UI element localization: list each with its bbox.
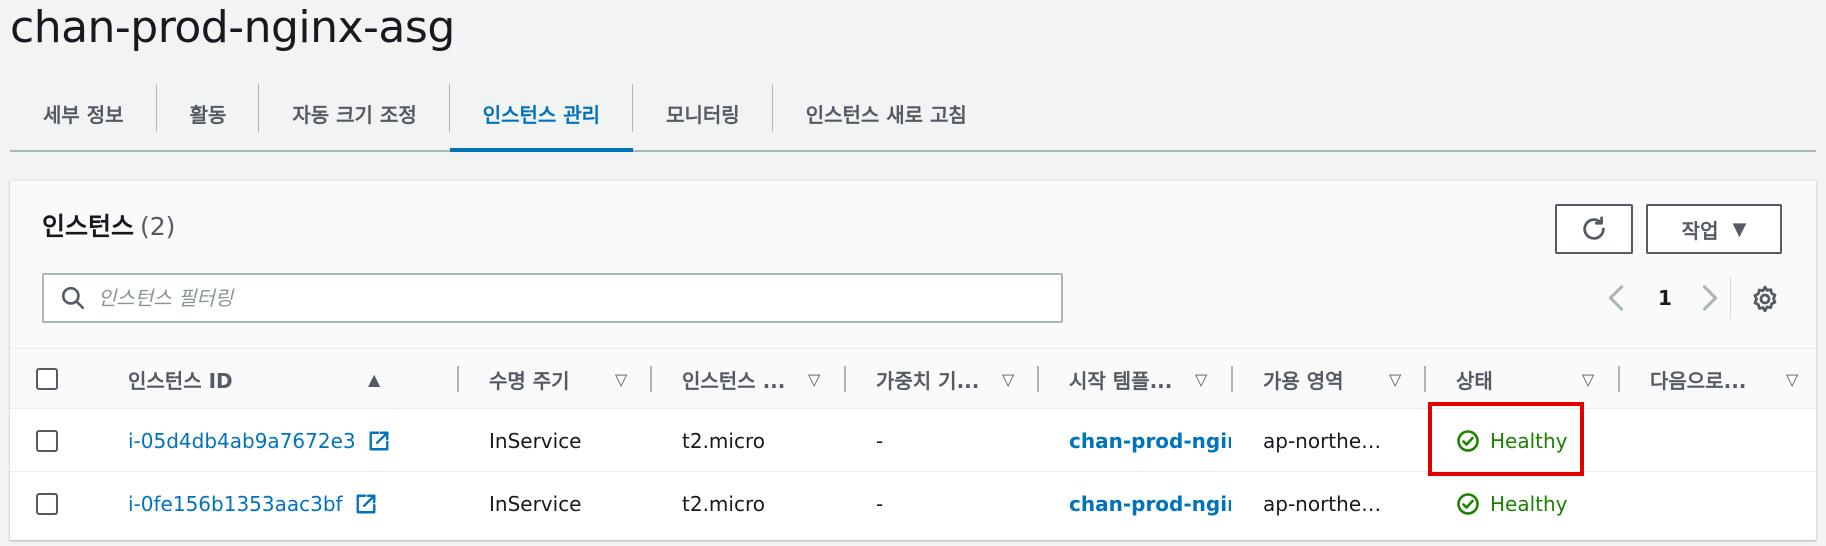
tab-auto-scaling[interactable]: 자동 크기 조정 <box>259 76 450 150</box>
panel-title: 인스턴스 (2) <box>42 207 175 243</box>
instances-panel: 인스턴스(2) 작업 ▼ 1 <box>10 180 1816 540</box>
tab-activity[interactable]: 활동 <box>157 76 260 150</box>
weight-cell: - <box>876 429 884 453</box>
column-divider[interactable] <box>457 366 459 392</box>
tab-details[interactable]: 세부 정보 <box>10 76 157 150</box>
panel-title-text: 인스턴스 <box>42 212 135 241</box>
instance-count: (2) <box>140 212 176 241</box>
instance-filter <box>42 273 1063 323</box>
tab-label: 모니터링 <box>666 102 740 127</box>
search-icon <box>61 286 85 310</box>
column-header-instance-type[interactable]: 인스턴스 ... ▽ <box>682 349 832 409</box>
lifecycle-cell: InService <box>489 429 582 453</box>
sort-icon: ▽ <box>615 369 628 389</box>
actions-label: 작업 <box>1681 218 1719 243</box>
tab-instance-refresh[interactable]: 인스턴스 새로 고침 <box>773 76 1000 150</box>
external-link-icon[interactable] <box>355 493 377 515</box>
column-header-instance-id[interactable]: 인스턴스 ID ▲ <box>128 349 381 409</box>
actions-button[interactable]: 작업 ▼ <box>1646 204 1782 254</box>
tab-label: 세부 정보 <box>43 102 124 127</box>
column-header-availability-zone[interactable]: 가용 영역 ▽ <box>1263 349 1413 409</box>
check-circle-icon <box>1457 493 1479 515</box>
panel-header: 인스턴스(2) 작업 ▼ 1 <box>10 181 1816 349</box>
tab-label: 인스턴스 관리 <box>482 102 601 127</box>
weight-cell: - <box>876 492 884 516</box>
column-header-weight[interactable]: 가중치 기... ▽ <box>876 349 1026 409</box>
refresh-button[interactable] <box>1555 204 1633 254</box>
column-divider[interactable] <box>1618 366 1620 392</box>
status-text: Healthy <box>1490 492 1568 516</box>
column-divider[interactable] <box>1231 366 1233 392</box>
availability-zone-cell: ap-northe… <box>1263 429 1382 453</box>
next-page-button[interactable] <box>1696 277 1724 319</box>
column-header-next[interactable]: 다음으로... ▽ <box>1650 349 1800 409</box>
tab-label: 활동 <box>189 102 227 127</box>
previous-page-button[interactable] <box>1602 277 1630 319</box>
chevron-right-icon <box>1702 285 1718 311</box>
instance-id-cell: i-0fe156b1353aac3bf <box>128 473 377 535</box>
column-header-launch-template[interactable]: 시작 템플... ▽ <box>1069 349 1219 409</box>
instance-id-link[interactable]: i-05d4db4ab9a7672e3 <box>128 429 356 453</box>
status-badge: Healthy <box>1456 473 1568 535</box>
launch-template-link[interactable]: chan-prod-nginx <box>1069 410 1231 472</box>
table-row[interactable]: i-0fe156b1353aac3bf InService t2.micro -… <box>10 473 1816 535</box>
column-divider[interactable] <box>1424 366 1426 392</box>
sort-icon: ▽ <box>1389 369 1402 389</box>
tab-monitoring[interactable]: 모니터링 <box>633 76 773 150</box>
instance-id-link[interactable]: i-0fe156b1353aac3bf <box>128 492 343 516</box>
sort-icon: ▽ <box>1786 369 1799 389</box>
column-divider[interactable] <box>1037 366 1039 392</box>
external-link-icon[interactable] <box>368 430 390 452</box>
gear-icon[interactable] <box>1750 284 1780 314</box>
search-input[interactable] <box>98 286 998 310</box>
column-divider[interactable] <box>844 366 846 392</box>
sort-icon: ▽ <box>1582 369 1595 389</box>
availability-zone-cell: ap-northe… <box>1263 492 1382 516</box>
instance-type-cell: t2.micro <box>682 492 765 516</box>
pager-divider <box>1730 277 1731 319</box>
instance-type-cell: t2.micro <box>682 429 765 453</box>
launch-template-link[interactable]: chan-prod-nginx <box>1069 473 1231 535</box>
tab-instance-management[interactable]: 인스턴스 관리 <box>449 76 634 152</box>
tab-bar: 세부 정보 활동 자동 크기 조정 인스턴스 관리 모니터링 인스턴스 새로 고… <box>10 76 1816 152</box>
column-header-lifecycle[interactable]: 수명 주기 ▽ <box>489 349 639 409</box>
table-header: 인스턴스 ID ▲ 수명 주기 ▽ 인스턴스 ... ▽ 가중치 기... ▽ … <box>10 349 1816 409</box>
lifecycle-cell: InService <box>489 492 582 516</box>
tab-label: 자동 크기 조정 <box>292 102 417 127</box>
row-checkbox[interactable] <box>36 493 58 515</box>
sort-icon: ▽ <box>1002 369 1015 389</box>
sort-ascending-icon: ▲ <box>368 369 381 389</box>
row-checkbox[interactable] <box>36 430 58 452</box>
page-title: chan-prod-nginx-asg <box>10 2 455 53</box>
highlight-annotation <box>1428 402 1584 476</box>
column-header-status[interactable]: 상태 ▽ <box>1456 349 1606 409</box>
caret-down-icon: ▼ <box>1732 218 1747 240</box>
instance-id-cell: i-05d4db4ab9a7672e3 <box>128 410 390 472</box>
column-divider[interactable] <box>650 366 652 392</box>
tab-label: 인스턴스 새로 고침 <box>805 102 967 127</box>
sort-icon: ▽ <box>1195 369 1208 389</box>
refresh-icon <box>1583 216 1605 240</box>
page-number[interactable]: 1 <box>1650 277 1680 319</box>
select-all-checkbox[interactable] <box>36 368 58 390</box>
chevron-left-icon <box>1608 285 1624 311</box>
sort-icon: ▽ <box>808 369 821 389</box>
